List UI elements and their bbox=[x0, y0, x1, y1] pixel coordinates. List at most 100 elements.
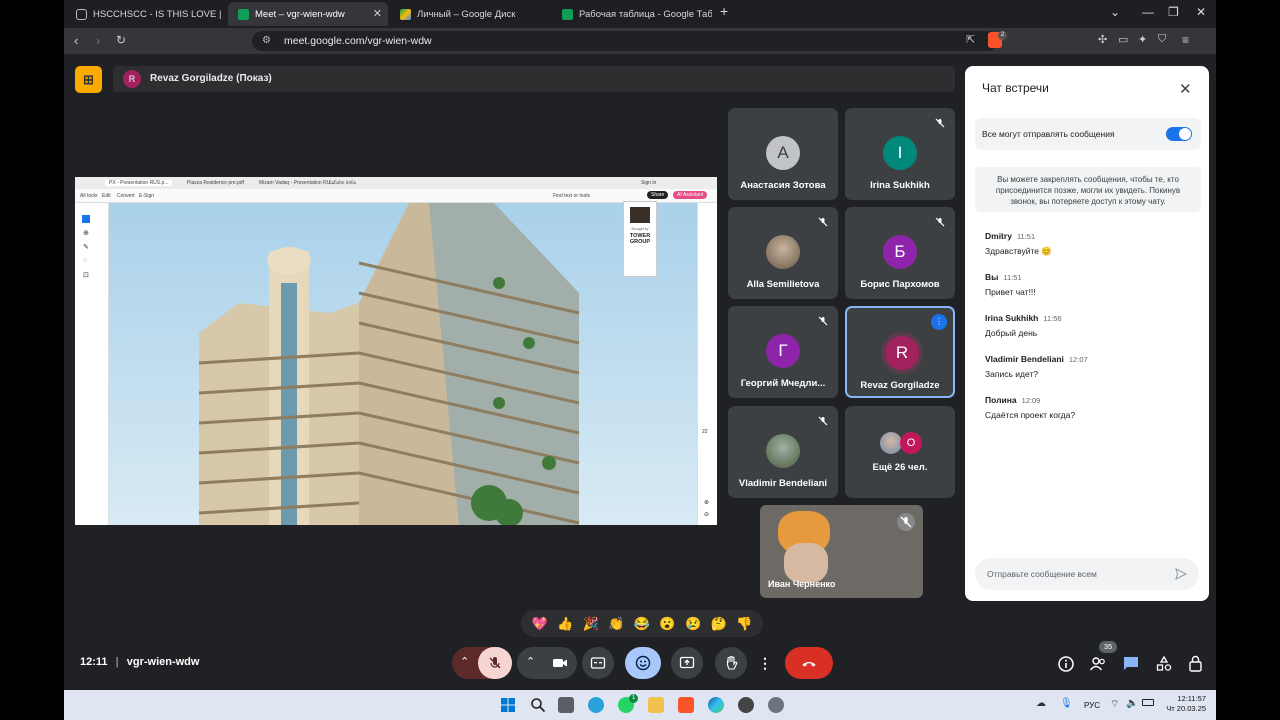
message-text: Здравствуйте 😊 bbox=[985, 246, 1052, 256]
leave-call-button[interactable] bbox=[785, 647, 833, 679]
presenter-bar: R Revaz Gorgiladze (Показ) bbox=[113, 66, 955, 92]
settings-icon[interactable] bbox=[768, 697, 784, 713]
more-participants-tile[interactable]: О Ещё 26 чел. bbox=[845, 406, 955, 498]
meet-logo-icon[interactable]: ⊞ bbox=[75, 66, 102, 93]
pdf-tab: ნანახი ბინა bbox=[329, 180, 357, 186]
tab-drive[interactable]: Личный – Google Диск bbox=[390, 2, 550, 26]
leo-icon[interactable]: ✦ bbox=[1138, 33, 1147, 46]
new-tab-button[interactable]: + bbox=[720, 3, 728, 19]
system-clock[interactable]: 12:11:57 Чт 20.03.25 bbox=[1166, 694, 1206, 714]
pdf-right-tools: 22 ⊕ ⊖ bbox=[697, 203, 717, 525]
camera-control: ⌃ bbox=[517, 647, 577, 679]
close-window-icon[interactable]: ✕ bbox=[1196, 5, 1206, 19]
mic-options-chevron-icon[interactable]: ⌃ bbox=[460, 655, 469, 668]
building-photo bbox=[109, 203, 697, 525]
back-icon[interactable]: ‹ bbox=[74, 33, 78, 48]
participant-name: Георгий Мчедли... bbox=[740, 378, 826, 389]
chat-input[interactable]: Отправьте сообщение всем bbox=[975, 558, 1199, 590]
participant-tile[interactable]: I Irina Sukhikh bbox=[845, 108, 955, 200]
whatsapp-badge: 1 bbox=[629, 694, 638, 703]
forward-icon[interactable]: › bbox=[96, 33, 100, 48]
more-options-button[interactable]: ⋮ bbox=[754, 647, 776, 679]
windows-start-icon[interactable] bbox=[500, 697, 516, 713]
tab-hsccc[interactable]: HSCCHSCC - IS THIS LOVE | Free Fr bbox=[66, 2, 222, 26]
participant-tile[interactable]: Г Георгий Мчедли... bbox=[728, 306, 838, 398]
shared-screen[interactable]: PX - Presentation RUS.p... Piazza Reside… bbox=[75, 177, 717, 525]
participant-photo-avatar bbox=[766, 235, 800, 269]
edge-icon[interactable] bbox=[708, 697, 724, 713]
mic-toggle-button[interactable] bbox=[478, 647, 512, 679]
close-icon[interactable]: ✕ bbox=[1179, 80, 1192, 98]
participant-tile[interactable]: Vladimir Bendeliani bbox=[728, 406, 838, 498]
chat-info-note: Вы можете закреплять сообщения, чтобы те… bbox=[975, 167, 1201, 212]
zoom-tool-icon: ⊕ bbox=[83, 230, 89, 237]
file-explorer-icon[interactable] bbox=[648, 697, 664, 713]
extensions-icon[interactable]: ✣ bbox=[1098, 33, 1107, 46]
info-icon[interactable] bbox=[1057, 655, 1075, 673]
self-view[interactable]: Иван Черненко bbox=[760, 505, 923, 598]
chevron-down-icon[interactable]: ⌄ bbox=[1110, 5, 1120, 19]
reload-icon[interactable]: ↻ bbox=[116, 33, 126, 47]
app-icon[interactable] bbox=[738, 697, 754, 713]
extension-badge: 2 bbox=[998, 31, 1007, 40]
pdf-tab: PX - Presentation RUS.p... bbox=[105, 180, 173, 186]
captions-button[interactable] bbox=[582, 647, 614, 679]
send-icon[interactable] bbox=[1175, 568, 1187, 580]
message-text: Привет чат!!! bbox=[985, 287, 1036, 297]
reaction-thumbs-down[interactable]: 👎 bbox=[736, 616, 752, 632]
restore-icon[interactable]: ❐ bbox=[1168, 5, 1179, 19]
site-info-icon[interactable]: ⚙ bbox=[262, 31, 271, 51]
pdf-left-tools: ⊕ ✎ ◌ ⊡ bbox=[75, 203, 109, 525]
chat-permission-toggle[interactable] bbox=[1166, 127, 1192, 141]
minimize-icon[interactable]: — bbox=[1142, 5, 1154, 19]
pdf-menu-item: Convert bbox=[117, 193, 135, 199]
reaction-clap[interactable]: 👏 bbox=[608, 616, 624, 632]
raise-hand-button[interactable] bbox=[715, 647, 747, 679]
hand-icon bbox=[726, 655, 738, 670]
brave-icon[interactable] bbox=[678, 697, 694, 713]
menu-icon[interactable]: ≡ bbox=[1182, 33, 1189, 47]
participant-tile[interactable]: Б Борис Пархомов bbox=[845, 207, 955, 299]
host-controls-icon[interactable] bbox=[1187, 655, 1205, 673]
participant-tile[interactable]: А Анастасия Зотова bbox=[728, 108, 838, 200]
participant-tile[interactable]: Alla Semilietova bbox=[728, 207, 838, 299]
hangup-icon bbox=[802, 662, 816, 667]
telegram-icon[interactable] bbox=[588, 697, 604, 713]
url-field[interactable]: ⚙ meet.google.com/vgr-wien-wdw bbox=[252, 31, 998, 51]
presenter-avatar: R bbox=[123, 70, 141, 88]
pdf-menu-item: All tools bbox=[80, 193, 98, 199]
mic-off-icon bbox=[818, 316, 828, 326]
reaction-surprised[interactable]: 😮 bbox=[659, 616, 675, 632]
notepad-icon[interactable] bbox=[558, 697, 574, 713]
activities-icon[interactable] bbox=[1155, 655, 1173, 673]
reaction-party[interactable]: 🎉 bbox=[583, 616, 599, 632]
search-icon[interactable] bbox=[530, 697, 546, 713]
reaction-laugh[interactable]: 😂 bbox=[634, 616, 650, 632]
share-icon[interactable]: ⇱ bbox=[966, 33, 975, 46]
message-author: Полина bbox=[985, 395, 1017, 405]
tab-meet[interactable]: Meet – vgr-wien-wdw ✕ bbox=[228, 2, 388, 26]
emoji-button[interactable] bbox=[625, 647, 661, 679]
sidebar-icon[interactable]: ▭ bbox=[1118, 33, 1128, 46]
tab-bar: HSCCHSCC - IS THIS LOVE | Free Fr Meet –… bbox=[64, 0, 1216, 28]
reaction-thumbs-up[interactable]: 👍 bbox=[557, 616, 573, 632]
text-tool-icon: ⊡ bbox=[83, 272, 89, 279]
reaction-thinking[interactable]: 🤔 bbox=[711, 616, 727, 632]
close-tab-icon[interactable]: ✕ bbox=[373, 7, 382, 20]
input-language[interactable]: РУС bbox=[1084, 701, 1100, 710]
people-icon[interactable] bbox=[1089, 655, 1107, 673]
participant-tile-speaking[interactable]: ⋮ R Revaz Gorgiladze bbox=[845, 306, 955, 398]
chat-icon[interactable] bbox=[1122, 655, 1140, 673]
camera-options-chevron-icon[interactable]: ⌃ bbox=[526, 655, 535, 668]
reaction-sad[interactable]: 😢 bbox=[685, 616, 701, 632]
reaction-heart[interactable]: 💖 bbox=[532, 616, 548, 632]
vpn-icon[interactable]: ⛉ bbox=[1158, 33, 1166, 46]
pdf-share-button: Share bbox=[647, 191, 669, 199]
chat-message: Полина 12:09 Сдаётся проект когда? bbox=[985, 395, 1195, 420]
pdf-menu-item: Edit bbox=[102, 193, 111, 199]
message-author: Vladimir Bendeliani bbox=[985, 354, 1064, 364]
present-screen-button[interactable] bbox=[671, 647, 703, 679]
mic-off-icon bbox=[818, 217, 828, 227]
tab-sheets[interactable]: Рабочая таблица - Google Таблиц bbox=[552, 2, 712, 26]
camera-toggle-button[interactable] bbox=[543, 647, 577, 679]
